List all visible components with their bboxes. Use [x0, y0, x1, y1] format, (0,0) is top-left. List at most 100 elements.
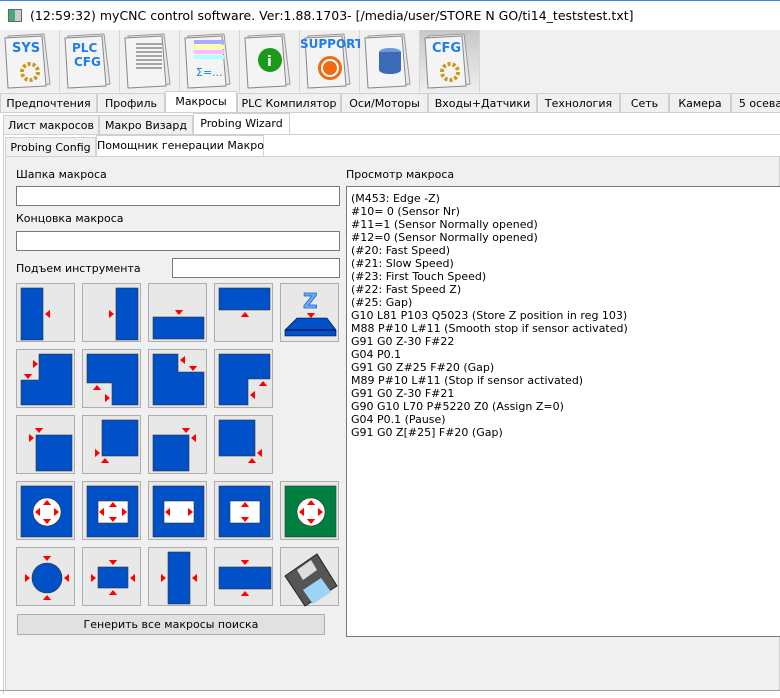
inner-corner-top-left-button[interactable]	[16, 349, 75, 408]
database-toolbar-button[interactable]	[360, 30, 420, 92]
main-tab-2[interactable]: Макросы	[165, 91, 237, 113]
preview-line: G91 G0 Z#25 F#20 (Gap)	[351, 361, 495, 374]
info-toolbar-button[interactable]: i	[240, 30, 300, 92]
inner-corner-top-right-icon	[152, 353, 205, 406]
sub-tab-0[interactable]: Лист макросов	[3, 115, 99, 135]
outer-corner-bottom-left-button[interactable]	[82, 415, 141, 474]
svg-text:PLC: PLC	[72, 41, 97, 55]
boss-rect-x-icon	[161, 551, 197, 605]
sub-tab-bar: Лист макросов Макро Визард Probing Wizard	[3, 113, 780, 135]
pocket-circle-green-button[interactable]	[280, 481, 339, 540]
svg-text:i: i	[267, 54, 272, 70]
database-icon	[364, 33, 411, 89]
sys-icon: SYS	[4, 33, 51, 89]
preview-line: G90 G10 L70 P#5220 Z0 (Assign Z=0)	[351, 400, 564, 413]
sub-tab-1[interactable]: Макро Визард	[99, 115, 193, 135]
info-icon: i	[244, 33, 291, 89]
app-icon	[8, 9, 22, 22]
preview-line: G91 G0 Z-30 F#22	[351, 335, 455, 348]
outer-corner-top-left-button[interactable]	[16, 415, 75, 474]
main-tab-4[interactable]: Оси/Моторы	[341, 93, 428, 113]
document-toolbar-button[interactable]	[120, 30, 180, 92]
inner-corner-top-left-icon	[20, 353, 73, 406]
outer-corner-top-left-icon	[29, 428, 73, 472]
preview-line: (#21: Slow Speed)	[351, 257, 454, 270]
outer-corner-bottom-right-icon	[218, 419, 262, 463]
main-tab-7[interactable]: Сеть	[620, 93, 669, 113]
save-floppy-icon	[284, 553, 338, 607]
preview-line: G91 G0 Z-30 F#21	[351, 387, 455, 400]
outer-corner-top-right-button[interactable]	[148, 415, 207, 474]
preview-line: G04 P0.1 (Pause)	[351, 413, 446, 426]
cfg-toolbar-button[interactable]: CFG	[420, 30, 480, 92]
inner-corner-bottom-right-icon	[86, 353, 139, 406]
edge-bottom-button[interactable]	[148, 283, 207, 342]
main-tab-0[interactable]: Предпочтения	[0, 93, 97, 113]
pocket-rect-y-icon	[218, 485, 271, 538]
pocket-circle-button[interactable]	[16, 481, 75, 540]
preview-line: (#20: Fast Speed)	[351, 244, 451, 257]
inner-corner-bottom-left-icon	[218, 353, 271, 406]
inner-corner-top-right-button[interactable]	[148, 349, 207, 408]
pocket-rect-x-button[interactable]	[148, 481, 207, 540]
title-bar: (12:59:32) myCNC control software. Ver:1…	[0, 0, 780, 30]
pocket-circle-green-icon	[284, 485, 337, 538]
pocket-rect-xy-icon	[86, 485, 139, 538]
main-tab-9[interactable]: 5 осева	[731, 93, 780, 113]
edge-bottom-icon	[152, 310, 205, 340]
preview-line: G04 P0.1	[351, 348, 402, 361]
z-surface-icon: Z	[284, 289, 337, 337]
pocket-rect-xy-button[interactable]	[82, 481, 141, 540]
preview-line: (#25: Gap)	[351, 296, 413, 309]
main-tab-1[interactable]: Профиль	[97, 93, 165, 113]
preview-line: G91 G0 Z[#25] F#20 (Gap)	[351, 426, 503, 439]
inner-corner-bottom-left-button[interactable]	[214, 349, 273, 408]
z-surface-button[interactable]: Z	[280, 283, 339, 342]
main-tab-8[interactable]: Камера	[669, 93, 731, 113]
svg-text:CFG: CFG	[432, 41, 461, 56]
main-tab-6[interactable]: Технология	[537, 93, 620, 113]
footer-input[interactable]	[16, 231, 340, 251]
outer-corner-top-right-icon	[152, 428, 196, 472]
inner-tab-1[interactable]: Помощник генерации Макро	[96, 135, 264, 157]
generate-all-button[interactable]: Генерить все макросы поиска	[17, 614, 325, 635]
save-floppy-button[interactable]	[280, 547, 339, 607]
main-tab-3[interactable]: PLC Компилятор	[237, 93, 341, 113]
inner-tab-0[interactable]: Probing Config	[5, 137, 96, 157]
tool-lift-input[interactable]	[172, 258, 340, 278]
boss-rect-xy-button[interactable]	[82, 547, 141, 606]
sub-tab-2[interactable]: Probing Wizard	[193, 113, 290, 135]
formula-table-icon: Σ=...	[184, 33, 231, 89]
edge-right-button[interactable]	[82, 283, 141, 342]
preview-line: M89 P#10 L#11 (Stop if sensor activated)	[351, 374, 584, 387]
preview-label: Просмотр макроса	[346, 168, 455, 181]
inner-tab-bar: Probing Config Помощник генерации Макро	[5, 135, 780, 157]
cfg-icon: CFG	[424, 33, 471, 89]
toolbar: SYS PLC CFG Σ=... i SUPPORT CFG	[0, 30, 780, 92]
edge-right-icon	[109, 287, 139, 341]
support-toolbar-button[interactable]: SUPPORT	[300, 30, 364, 92]
preview-line: M88 P#10 L#11 (Smooth stop if sensor act…	[351, 322, 628, 335]
edge-top-button[interactable]	[214, 283, 273, 342]
inner-corner-bottom-right-button[interactable]	[82, 349, 141, 408]
boss-rect-y-icon	[218, 560, 272, 596]
boss-circle-button[interactable]	[16, 547, 75, 606]
boss-rect-y-button[interactable]	[214, 547, 273, 606]
svg-text:Z: Z	[303, 289, 318, 313]
plc-cfg-toolbar-button[interactable]: PLC CFG	[60, 30, 120, 92]
formula-table-toolbar-button[interactable]: Σ=...	[180, 30, 240, 92]
outer-corner-bottom-right-button[interactable]	[214, 415, 273, 474]
macro-preview[interactable]: (M453: Edge -Z) #10= 0 (Sensor Nr) #11=1 (…	[346, 186, 780, 637]
sys-toolbar-button[interactable]: SYS	[0, 30, 60, 92]
edge-left-button[interactable]	[16, 283, 75, 342]
svg-text:CFG: CFG	[74, 55, 101, 69]
main-tab-5[interactable]: Входы+Датчики	[428, 93, 537, 113]
pocket-rect-y-button[interactable]	[214, 481, 273, 540]
window-title: (12:59:32) myCNC control software. Ver:1…	[30, 8, 634, 23]
svg-text:SUPPORT: SUPPORT	[300, 37, 360, 51]
boss-rect-x-button[interactable]	[148, 547, 207, 606]
outer-corner-bottom-left-icon	[95, 419, 139, 463]
header-input[interactable]	[16, 186, 340, 206]
preview-line: (#22: Fast Speed Z)	[351, 283, 462, 296]
preview-line: (#23: First Touch Speed)	[351, 270, 487, 283]
